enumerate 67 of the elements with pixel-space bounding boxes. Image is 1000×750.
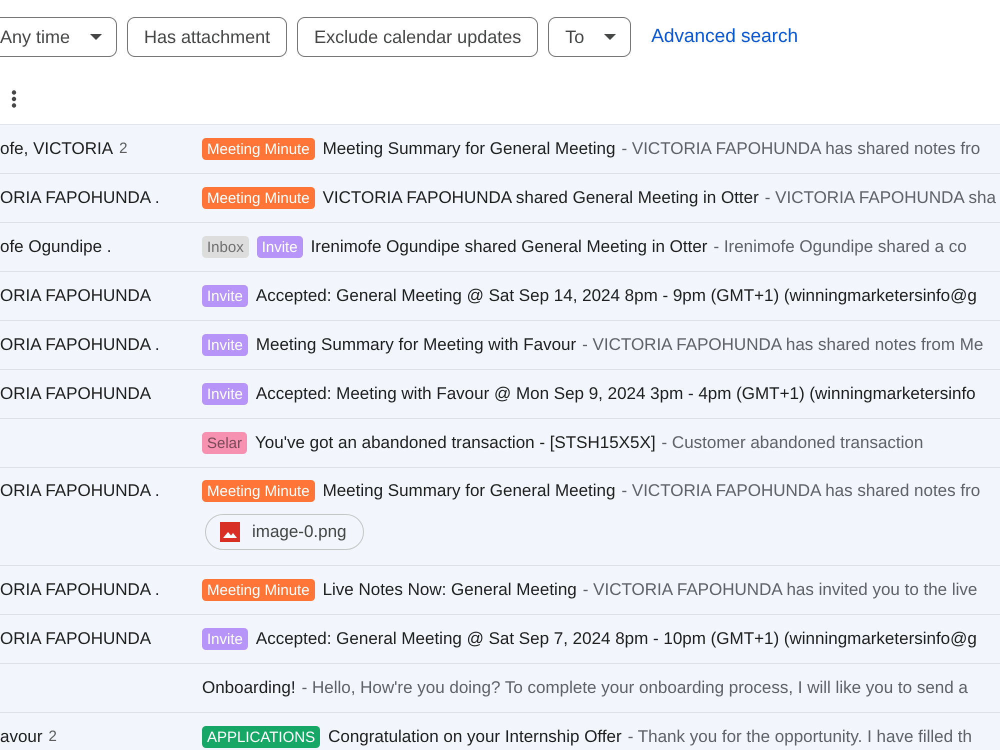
email-row[interactable]: ofe, VICTORIA 2 Meeting Minute Meeting Summary for General Meeting - VICTORIA FAPOHUNDA has shared notes fro bbox=[0, 125, 1000, 174]
more-options-icon[interactable] bbox=[10, 90, 18, 108]
label-tag: Inbox bbox=[202, 236, 249, 258]
snippet-text: - VICTORIA FAPOHUNDA has shared notes fro bbox=[621, 480, 980, 502]
email-row[interactable]: ORIA FAPOHUNDA . Meeting Minute VICTORIA FAPOHUNDA shared General Meeting in Otter - VICTORIA FAPOHUNDA sha bbox=[0, 174, 1000, 223]
subject-text: Meeting Summary for Meeting with Favour bbox=[256, 334, 576, 356]
sender-name: ORIA FAPOHUNDA bbox=[0, 628, 152, 650]
snippet-text: - Thank you for the opportunity. I have filled th bbox=[628, 726, 972, 748]
subject-text: Live Notes Now: General Meeting bbox=[322, 579, 577, 602]
sender-name: ORIA FAPOHUNDA . bbox=[0, 334, 160, 356]
attachment-chip[interactable]: image-0.png bbox=[205, 514, 364, 550]
subject-text: Irenimofe Ogundipe shared General Meeting in Otter bbox=[310, 236, 708, 258]
snippet-text: - Hello, How're you doing? To complete your onboarding process, I will like you to send a bbox=[302, 677, 968, 700]
label-tag: Invite bbox=[256, 236, 303, 258]
label-tag: Invite bbox=[202, 628, 248, 650]
subject-text: VICTORIA FAPOHUNDA shared General Meeting in Otter bbox=[322, 187, 759, 210]
advanced-search-link[interactable]: Advanced search bbox=[651, 22, 798, 52]
snippet-text: - Irenimofe Ogundipe shared a co bbox=[713, 236, 967, 258]
label-tag: Meeting Minute bbox=[202, 138, 315, 160]
sender-name: ORIA FAPOHUNDA . bbox=[0, 579, 160, 602]
label-tag: Meeting Minute bbox=[202, 579, 315, 601]
email-row[interactable]: ORIA FAPOHUNDA Invite Accepted: General Meeting @ Sat Sep 7, 2024 8pm - 10pm (GMT+1) (winningmarketersinfo@g bbox=[0, 615, 1000, 664]
label-tag: Invite bbox=[202, 383, 248, 405]
label-tag: Meeting Minute bbox=[202, 480, 315, 502]
subject-text: You've got an abandoned transaction - [STSH15X5X] bbox=[255, 432, 656, 454]
email-row[interactable]: avour 2 APPLICATIONS Congratulation on your Internship Offer - Thank you for the opportunity. I have filled th bbox=[0, 713, 1000, 750]
label-tag: Meeting Minute bbox=[202, 187, 315, 209]
email-row[interactable]: ORIA FAPOHUNDA Invite Accepted: General Meeting @ Sat Sep 14, 2024 8pm - 9pm (GMT+1) (winningmarketersinfo@g bbox=[0, 272, 1000, 321]
snippet-text: - VICTORIA FAPOHUNDA sha bbox=[764, 187, 996, 210]
image-file-icon bbox=[220, 522, 240, 542]
subject-text: Accepted: General Meeting @ Sat Sep 7, 2024 8pm - 10pm (GMT+1) (winningmarketersinfo@g bbox=[256, 628, 977, 650]
subject-text: Accepted: General Meeting @ Sat Sep 14, 2024 8pm - 9pm (GMT+1) (winningmarketersinfo@g bbox=[256, 285, 977, 308]
snippet-text: - VICTORIA FAPOHUNDA has invited you to the live bbox=[582, 579, 978, 602]
filter-chip[interactable]: To bbox=[548, 17, 632, 57]
subject-text: Accepted: Meeting with Favour @ Mon Sep 9, 2024 3pm - 4pm (GMT+1) (winningmarketersinfo bbox=[256, 383, 976, 406]
caret-down-icon bbox=[90, 34, 102, 40]
label-tag: Selar bbox=[202, 432, 248, 454]
caret-down-icon bbox=[604, 34, 616, 40]
sender-name: ofe, VICTORIA bbox=[0, 138, 114, 160]
filter-chip[interactable]: Any time bbox=[0, 17, 118, 57]
sender-name: ORIA FAPOHUNDA . bbox=[0, 480, 160, 502]
label-tag: APPLICATIONS bbox=[202, 726, 320, 748]
email-row[interactable]: Selar You've got an abandoned transaction - [STSH15X5X] - Customer abandoned transaction bbox=[0, 419, 1000, 468]
label-tag: Invite bbox=[202, 334, 248, 356]
subject-text: Congratulation on your Internship Offer bbox=[328, 726, 622, 748]
message-count: 2 bbox=[48, 726, 57, 747]
email-row[interactable]: ORIA FAPOHUNDA . Meeting Minute Live Notes Now: General Meeting - VICTORIA FAPOHUNDA has invited you to the live bbox=[0, 566, 1000, 615]
sender-name: ORIA FAPOHUNDA bbox=[0, 285, 152, 308]
filter-chip[interactable]: Exclude calendar updates bbox=[297, 17, 538, 57]
snippet-text: - VICTORIA FAPOHUNDA has shared notes fro bbox=[621, 138, 980, 160]
email-row[interactable]: ORIA FAPOHUNDA . Invite Meeting Summary for Meeting with Favour - VICTORIA FAPOHUNDA has shared notes from Me bbox=[0, 321, 1000, 370]
filter-chip[interactable]: Has attachment bbox=[127, 17, 288, 57]
subject-text: Meeting Summary for General Meeting bbox=[322, 138, 616, 160]
label-tag: Invite bbox=[202, 285, 248, 307]
sender-name: ORIA FAPOHUNDA . bbox=[0, 187, 160, 210]
email-row[interactable]: ORIA FAPOHUNDA Invite Accepted: Meeting with Favour @ Mon Sep 9, 2024 3pm - 4pm (GMT+1) (winningmarketersinfo bbox=[0, 370, 1000, 419]
email-row[interactable]: Onboarding! - Hello, How're you doing? To complete your onboarding process, I will like you to send a bbox=[0, 664, 1000, 713]
email-row[interactable]: ofe Ogundipe . Inbox Invite Irenimofe Ogundipe shared General Meeting in Otter - Irenimofe Ogundipe shared a co bbox=[0, 223, 1000, 272]
subject-text: Meeting Summary for General Meeting bbox=[322, 480, 616, 502]
message-count: 2 bbox=[119, 138, 128, 159]
snippet-text: - Customer abandoned transaction bbox=[662, 432, 924, 454]
sender-name: avour bbox=[0, 726, 43, 748]
subject-text: Onboarding! bbox=[202, 677, 296, 700]
snippet-text: - VICTORIA FAPOHUNDA has shared notes from Me bbox=[582, 334, 984, 356]
sender-name: ORIA FAPOHUNDA bbox=[0, 383, 152, 406]
sender-name: ofe Ogundipe . bbox=[0, 236, 112, 258]
email-row[interactable]: ORIA FAPOHUNDA . Meeting Minute Meeting Summary for General Meeting - VICTORIA FAPOHUNDA has shared notes fro image-0.png bbox=[0, 468, 1000, 566]
